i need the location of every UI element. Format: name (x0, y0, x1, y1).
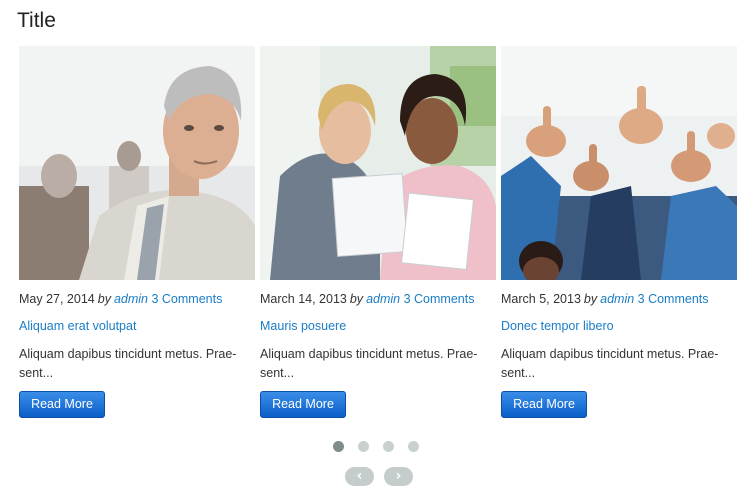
post-date: May 27, 2014 (19, 292, 95, 306)
post-meta: March 14, 2013 by admin 3 Comments (260, 292, 496, 306)
post-date: March 5, 2013 (501, 292, 581, 306)
two-women-image (260, 46, 496, 280)
post-author-link[interactable]: admin (600, 292, 634, 306)
post-excerpt: Aliquam dapibus tincidunt metus. Prae-se… (19, 347, 237, 380)
thumbs-up-crowd-image (501, 46, 737, 280)
post-meta: May 27, 2014 by admin 3 Comments (19, 292, 255, 306)
read-more-button[interactable]: Read More (19, 391, 105, 418)
post-by: by (97, 292, 111, 306)
post-meta: March 5, 2013 by admin 3 Comments (501, 292, 737, 306)
pagination-dot-1[interactable] (333, 441, 344, 452)
post-thumbnail[interactable] (19, 46, 255, 280)
post-comments-link[interactable]: 3 Comments (404, 292, 475, 306)
next-arrow-button[interactable]: › (384, 467, 413, 486)
carousel-nav: ‹ › (345, 467, 413, 486)
post-comments-link[interactable]: 3 Comments (638, 292, 709, 306)
post-excerpt: Aliquam dapibus tincidunt metus. Prae-se… (260, 347, 478, 380)
post-carousel: May 27, 2014 by admin 3 Comments Aliquam e… (0, 0, 755, 503)
post-date: March 14, 2013 (260, 292, 347, 306)
post-by: by (349, 292, 364, 306)
post-author-link[interactable]: admin (366, 292, 400, 306)
post-thumbnail[interactable] (260, 46, 496, 280)
pagination-dot-3[interactable] (383, 441, 394, 452)
post-card: March 14, 2013 by admin 3 Comments Mauris … (260, 46, 496, 418)
carousel-pagination (333, 441, 419, 452)
pagination-dot-2[interactable] (358, 441, 369, 452)
post-card: May 27, 2014 by admin 3 Comments Aliquam e… (19, 46, 255, 418)
post-thumbnail[interactable] (501, 46, 737, 280)
post-by: by (583, 292, 598, 306)
post-author-link[interactable]: admin (114, 292, 148, 306)
pagination-dot-4[interactable] (408, 441, 419, 452)
post-title-link[interactable]: Donec tempor libero (501, 319, 737, 333)
post-comments-link[interactable]: 3 Comments (151, 292, 222, 306)
post-excerpt: Aliquam dapibus tincidunt metus. Prae-se… (501, 347, 719, 380)
read-more-button[interactable]: Read More (260, 391, 346, 418)
post-card: March 5, 2013 by admin 3 Comments Donec te… (501, 46, 737, 418)
post-title-link[interactable]: Aliquam erat volutpat (19, 319, 255, 333)
prev-arrow-button[interactable]: ‹ (345, 467, 374, 486)
read-more-button[interactable]: Read More (501, 391, 587, 418)
post-title-link[interactable]: Mauris posuere (260, 319, 496, 333)
businessman-image (19, 46, 255, 280)
